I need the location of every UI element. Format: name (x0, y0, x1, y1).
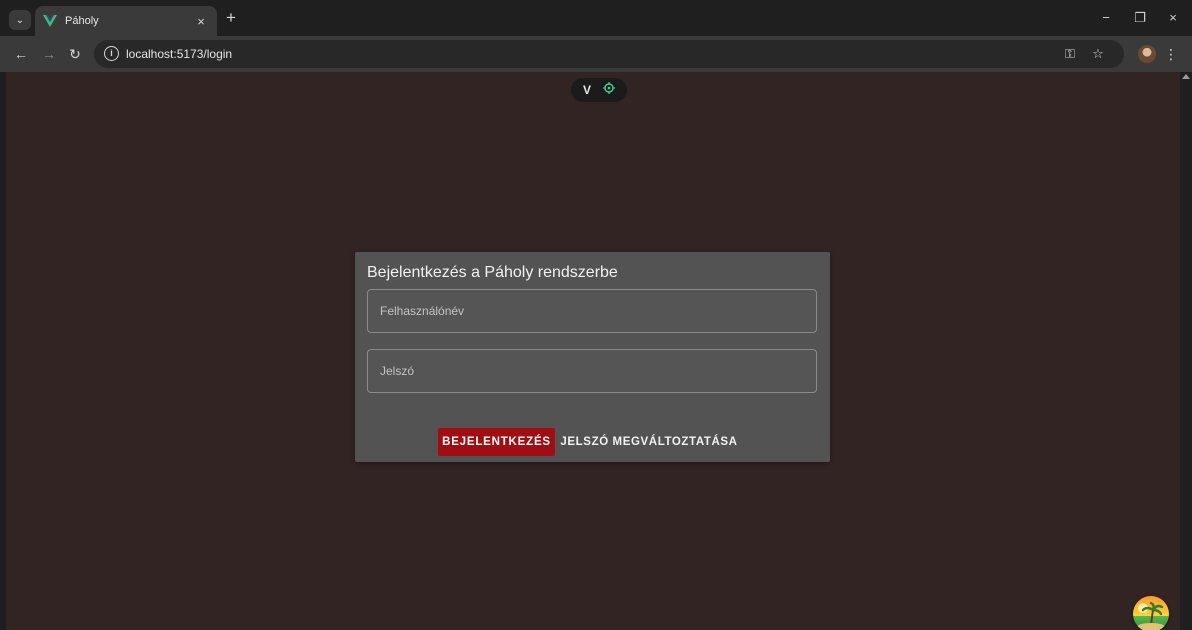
forward-button[interactable]: → (40, 45, 58, 63)
restore-button[interactable]: ❐ (1130, 10, 1150, 26)
browser-tab-active[interactable]: Páholy × (35, 6, 217, 36)
change-password-button[interactable]: JELSZÓ MEGVÁLTOZTATÁSA (560, 428, 738, 456)
scroll-up-arrow-icon[interactable] (1182, 74, 1190, 79)
url-text[interactable]: localhost:5173/login (126, 47, 232, 61)
bookmark-star-icon[interactable]: ☆ (1090, 46, 1106, 62)
profile-avatar[interactable] (1138, 45, 1156, 63)
close-window-button[interactable]: × (1163, 10, 1183, 26)
inspect-target-icon[interactable] (602, 81, 615, 99)
app-avatar-button[interactable] (1133, 596, 1169, 630)
login-button[interactable]: BEJELENTKEZÉS (438, 428, 555, 456)
page-viewport: V Bejelentkezés a Páholy rendszerbe BEJE… (6, 72, 1180, 630)
tab-title: Páholy (65, 15, 99, 27)
vue-devtools-toggle[interactable]: V (571, 78, 627, 102)
tab-close-icon[interactable]: × (193, 14, 209, 29)
vue-logo-icon (43, 14, 57, 28)
username-input[interactable] (368, 290, 816, 332)
chevron-down-icon: ⌄ (15, 14, 25, 26)
site-info-icon[interactable]: i (104, 46, 119, 61)
login-card: Bejelentkezés a Páholy rendszerbe BEJELE… (355, 252, 830, 462)
minimize-button[interactable]: − (1096, 10, 1116, 26)
browser-toolbar: ← → ↻ i localhost:5173/login ⚿ ☆ ⋮ (0, 36, 1192, 72)
password-input[interactable] (368, 350, 816, 392)
tab-search-button[interactable]: ⌄ (9, 10, 31, 30)
back-button[interactable]: ← (12, 45, 30, 63)
browser-menu-icon[interactable]: ⋮ (1164, 45, 1178, 63)
new-tab-button[interactable]: + (222, 9, 240, 27)
vue-devtools-logo-icon: V (582, 83, 591, 97)
browser-tab-strip: ⌄ Páholy × + − ❐ × (0, 0, 1192, 36)
password-key-icon[interactable]: ⚿ (1062, 46, 1078, 62)
page-scrollbar[interactable] (1180, 72, 1192, 630)
address-bar[interactable]: i localhost:5173/login ⚿ ☆ (94, 40, 1124, 68)
reload-button[interactable]: ↻ (66, 45, 84, 63)
palm-island-icon (1137, 601, 1165, 630)
login-title: Bejelentkezés a Páholy rendszerbe (367, 264, 618, 281)
password-field[interactable] (367, 349, 817, 393)
username-field[interactable] (367, 289, 817, 333)
